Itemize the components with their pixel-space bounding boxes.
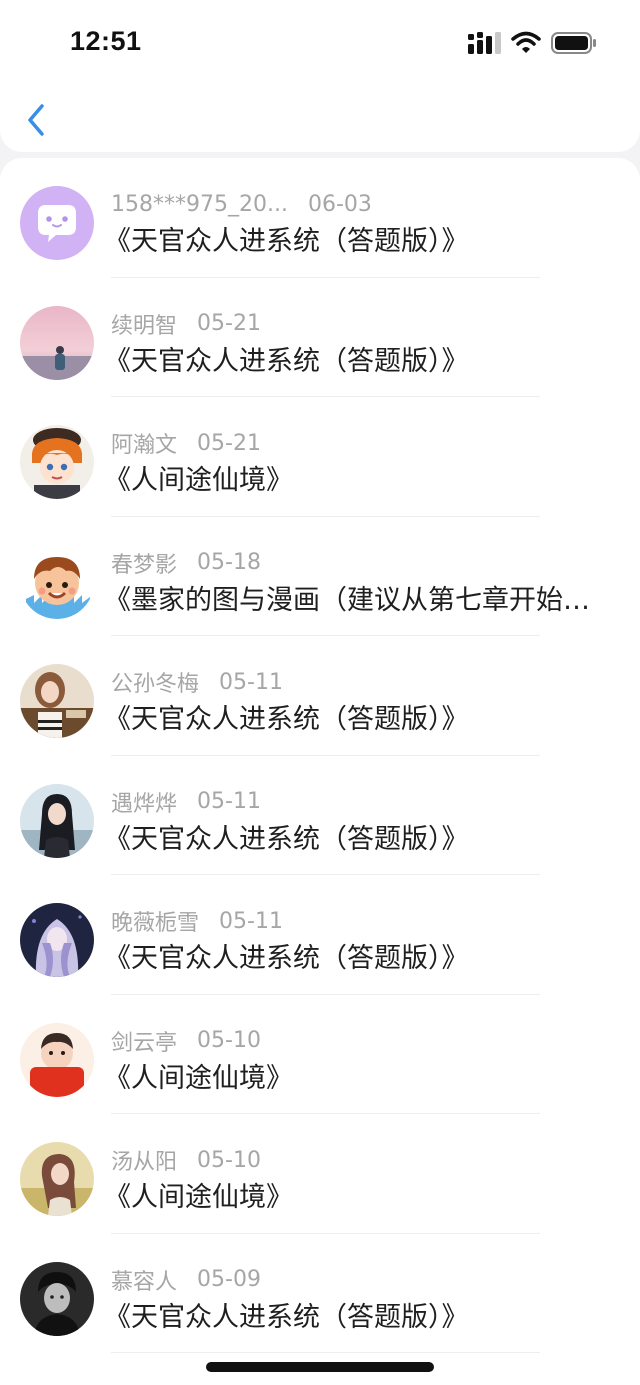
user-name: 158***975_20...	[111, 191, 288, 217]
book-title: 《天官众人进系统（答题版）》	[104, 1301, 469, 1333]
chevron-left-icon	[28, 104, 44, 136]
book-title: 《人间途仙境》	[104, 465, 293, 496]
user-avatar	[20, 783, 94, 858]
book-title: 《天官众人进系统（答题版）》	[104, 345, 469, 377]
user-name: 剑云亭	[111, 1030, 178, 1056]
item-meta: 公孙冬梅 05-11	[111, 667, 283, 698]
user-avatar	[20, 1142, 94, 1216]
list-item[interactable]: 晚薇栀雪 05-11 《天官众人进系统（答题版）》	[0, 875, 640, 995]
user-avatar	[20, 425, 94, 499]
list-item[interactable]: 阿瀚文 05-21 《人间途仙境》	[0, 397, 640, 517]
user-name: 慕容人	[111, 1269, 178, 1295]
user-avatar	[20, 664, 94, 738]
list-item[interactable]: 春梦影 05-18 《墨家的图与漫画（建议从第七章开始阅读）》	[0, 517, 640, 636]
item-meta: 春梦影 05-18	[111, 548, 261, 578]
item-meta: 剑云亭 05-10	[111, 1026, 261, 1056]
user-avatar	[20, 1022, 94, 1097]
top-bar: 12:51	[0, 0, 640, 152]
list-item[interactable]: 汤从阳 05-10 《人间途仙境》	[0, 1114, 640, 1234]
user-name: 春梦影	[111, 552, 178, 578]
user-name: 公孙冬梅	[111, 672, 200, 697]
item-date: 05-11	[219, 669, 283, 695]
list-item[interactable]: 慕容人 05-09 《天官众人进系统（答题版）》	[0, 1234, 640, 1353]
reading-history-list: 158***975_20... 06-03 《天官众人进系统（答题版）》 续明智…	[0, 158, 640, 1385]
user-name: 汤从阳	[111, 1150, 178, 1175]
purple-chat-avatar	[20, 186, 94, 260]
item-meta: 158***975_20... 06-03	[111, 189, 372, 219]
anime-boy-avatar	[20, 425, 94, 499]
item-meta: 遇烨烨 05-11	[111, 787, 261, 817]
list-item[interactable]: 遇烨烨 05-11 《天官众人进系统（答题版）》	[0, 756, 640, 875]
item-date: 05-10	[197, 1028, 261, 1053]
back-button[interactable]	[18, 100, 54, 140]
list-item[interactable]: 剑云亭 05-10 《人间途仙境》	[0, 995, 640, 1114]
red-scarf-avatar	[20, 1022, 94, 1097]
book-title: 《天官众人进系统（答题版）》	[104, 226, 469, 257]
user-avatar	[20, 1261, 94, 1336]
book-title: 《人间途仙境》	[104, 1062, 293, 1094]
item-meta: 续明智 05-21	[111, 309, 261, 339]
home-indicator[interactable]	[206, 1362, 434, 1372]
status-time: 12:51	[70, 26, 142, 56]
item-meta: 晚薇栀雪 05-11	[111, 906, 283, 937]
list-item[interactable]: 公孙冬梅 05-11 《天官众人进系统（答题版）》	[0, 636, 640, 756]
girl-dark-hair-avatar	[20, 783, 94, 858]
user-avatar	[20, 186, 94, 260]
cartoon-boy-avatar	[20, 544, 94, 619]
anime-girl-avatar	[20, 903, 94, 977]
item-date: 06-03	[307, 191, 372, 217]
item-date: 05-11	[197, 789, 261, 814]
bw-portrait-avatar	[20, 1261, 94, 1336]
user-avatar	[20, 544, 94, 619]
battery-icon	[551, 32, 596, 54]
user-avatar	[20, 903, 94, 977]
list-item[interactable]: 158***975_20... 06-03 《天官众人进系统（答题版）》	[0, 158, 640, 278]
user-name: 续明智	[111, 313, 178, 339]
item-meta: 汤从阳 05-10	[111, 1145, 261, 1176]
signal-icon	[468, 32, 501, 54]
girl-photo-avatar	[20, 664, 94, 738]
user-name: 阿瀚文	[111, 433, 178, 458]
item-date: 05-21	[197, 430, 261, 456]
user-name: 晚薇栀雪	[111, 911, 200, 936]
list-item[interactable]: 续明智 05-21 《天官众人进系统（答题版）》	[0, 278, 640, 397]
item-date: 05-09	[197, 1267, 261, 1292]
book-title: 《天官众人进系统（答题版）》	[104, 823, 469, 855]
item-date: 05-10	[197, 1147, 261, 1173]
divider	[111, 1352, 540, 1353]
wifi-icon	[511, 31, 541, 53]
item-meta: 慕容人 05-09	[111, 1265, 261, 1295]
book-title: 《人间途仙境》	[104, 1182, 293, 1213]
pink-sky-avatar	[20, 305, 94, 380]
user-name: 遇烨烨	[111, 791, 178, 817]
user-avatar	[20, 305, 94, 380]
book-title: 《墨家的图与漫画（建议从第七章开始阅读）》	[104, 584, 604, 616]
item-date: 05-21	[197, 311, 261, 336]
item-date: 05-18	[197, 550, 261, 575]
item-date: 05-11	[219, 908, 283, 934]
golden-girl-avatar	[20, 1142, 94, 1216]
book-title: 《天官众人进系统（答题版）》	[104, 704, 469, 735]
book-title: 《天官众人进系统（答题版）》	[104, 943, 469, 974]
item-meta: 阿瀚文 05-21	[111, 428, 261, 459]
